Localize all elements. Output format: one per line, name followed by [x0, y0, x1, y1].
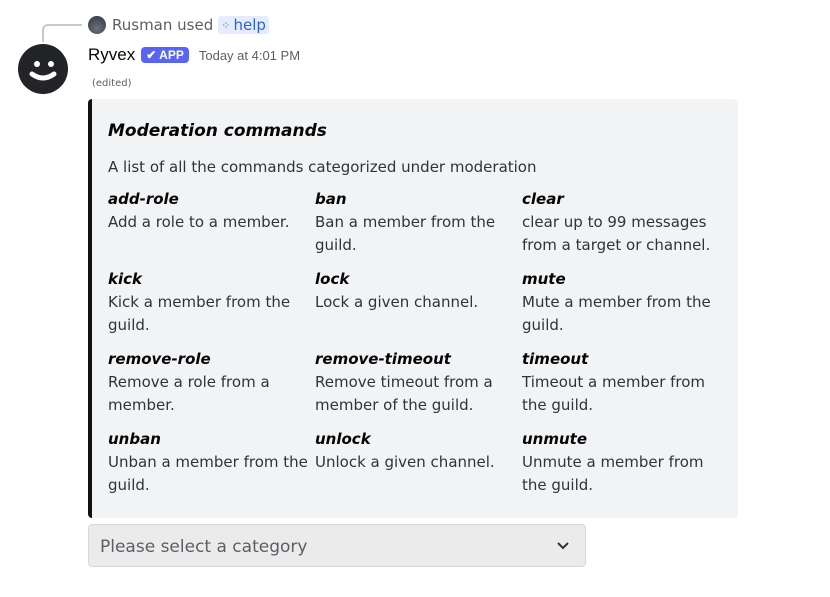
field-name: unlock: [315, 430, 371, 448]
embed-field: ban Ban a member from the guild.: [315, 188, 515, 257]
embed-field: lock Lock a given channel.: [315, 268, 515, 314]
app-badge: ✔ APP: [141, 47, 189, 63]
field-name: mute: [522, 270, 566, 288]
author-name[interactable]: Ryvex: [88, 45, 135, 65]
field-value: Remove a role from a member.: [108, 373, 270, 414]
embed-field: kick Kick a member from the guild.: [108, 268, 308, 337]
embed-field: unban Unban a member from the guild.: [108, 428, 308, 497]
edited-label: (edited): [92, 78, 132, 89]
field-name: remove-role: [108, 350, 211, 368]
smiley-icon: [29, 61, 57, 81]
embed-field: unlock Unlock a given channel.: [315, 428, 515, 474]
field-value: Add a role to a member.: [108, 213, 290, 231]
field-name: clear: [522, 190, 564, 208]
embed-field: timeout Timeout a member from the guild.: [522, 348, 722, 417]
embed: Moderation commands A list of all the co…: [88, 99, 738, 518]
command-mention[interactable]: ⁘ help: [218, 16, 269, 34]
field-name: lock: [315, 270, 350, 288]
embed-title: Moderation commands: [108, 121, 327, 141]
field-value: Mute a member from the guild.: [522, 293, 711, 334]
field-name: kick: [108, 270, 142, 288]
message-header: Ryvex ✔ APP Today at 4:01 PM: [88, 43, 300, 67]
category-select[interactable]: Please select a category: [88, 524, 586, 567]
reply-connector: [42, 24, 82, 42]
field-name: ban: [315, 190, 347, 208]
embed-description: A list of all the commands categorized u…: [108, 158, 537, 176]
timestamp: Today at 4:01 PM: [198, 47, 301, 63]
field-value: Remove timeout from a member of the guil…: [315, 373, 493, 414]
bot-avatar[interactable]: [18, 44, 68, 94]
embed-field: mute Mute a member from the guild.: [522, 268, 722, 337]
field-name: add-role: [108, 190, 179, 208]
field-value: Lock a given channel.: [315, 293, 479, 311]
field-name: unmute: [522, 430, 588, 448]
field-name: remove-timeout: [315, 350, 451, 368]
command-name: help: [233, 16, 266, 34]
embed-field: clear clear up to 99 messages from a targ…: [522, 188, 722, 257]
chevron-down-icon: [555, 534, 571, 562]
user-avatar[interactable]: [88, 16, 106, 34]
field-value: Ban a member from the guild.: [315, 213, 496, 254]
embed-field: unmute Unmute a member from the guild.: [522, 428, 722, 497]
embed-field: add-role Add a role to a member.: [108, 188, 308, 234]
field-value: Unmute a member from the guild.: [522, 453, 704, 494]
embed-field: remove-timeout Remove timeout from a memb…: [315, 348, 515, 417]
field-value: Unlock a given channel.: [315, 453, 495, 471]
field-name: unban: [108, 430, 161, 448]
reply-context: Rusman used ⁘ help: [88, 14, 269, 36]
field-name: timeout: [522, 350, 589, 368]
reply-used-text: used: [177, 16, 214, 34]
reply-username[interactable]: Rusman: [112, 16, 172, 34]
slash-command-icon: ⁘: [221, 18, 231, 32]
field-value: clear up to 99 messages from a target or…: [522, 213, 711, 254]
field-value: Timeout a member from the guild.: [522, 373, 706, 414]
field-value: Kick a member from the guild.: [108, 293, 291, 334]
field-value: Unban a member from the guild.: [108, 453, 308, 494]
embed-field: remove-role Remove a role from a member.: [108, 348, 308, 417]
select-placeholder: Please select a category: [100, 537, 308, 557]
